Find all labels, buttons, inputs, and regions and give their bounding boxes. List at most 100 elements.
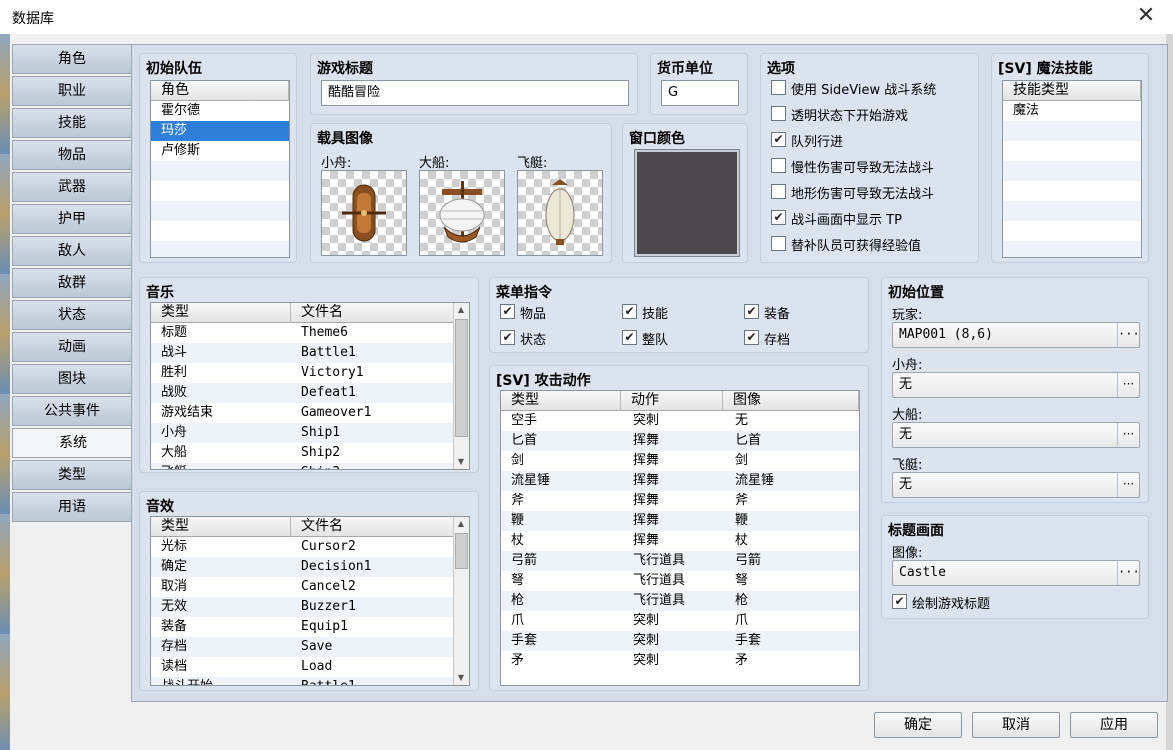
sound-row[interactable]: 无效 Buzzer1 [151,597,469,617]
party-row[interactable] [151,161,289,181]
party-row[interactable]: 霍尔德 [151,101,289,121]
music-scroll-thumb[interactable] [455,319,468,437]
menu-command-checkbox[interactable]: ✔ [622,304,637,319]
scroll-down-icon[interactable]: ▼ [454,455,468,469]
music-row[interactable]: 胜利 Victory1 [151,363,469,383]
currency-input[interactable]: G [661,80,739,106]
party-row[interactable]: 卢修斯 [151,141,289,161]
magic-skill-row[interactable]: 魔法 [1003,101,1141,121]
music-scrollbar[interactable]: ▲ ▼ [453,303,469,469]
attack-motion-row[interactable]: 斧 挥舞 斧 [501,491,859,511]
magic-skill-row[interactable] [1003,201,1141,221]
magic-skill-row[interactable] [1003,241,1141,257]
airship-image[interactable] [517,170,603,256]
magic-skill-row[interactable] [1003,121,1141,141]
cancel-button[interactable]: 取消 [972,712,1060,738]
browse-dots-icon[interactable]: ··· [1117,423,1139,447]
browse-dots-icon[interactable]: ··· [1117,561,1140,585]
party-row[interactable] [151,201,289,221]
menu-command-checkbox[interactable]: ✔ [744,304,759,319]
option-checkbox[interactable]: ✔ [771,210,786,225]
tab-8[interactable]: 状态 [12,300,132,330]
music-row[interactable]: 飞艇 Ship3 [151,463,469,469]
sound-row[interactable]: 读档 Load [151,657,469,677]
tab-4[interactable]: 武器 [12,172,132,202]
attack-motion-row[interactable]: 流星锤 挥舞 流星锤 [501,471,859,491]
tab-14[interactable]: 用语 [12,492,132,522]
sound-row[interactable]: 装备 Equip1 [151,617,469,637]
party-row[interactable] [151,221,289,241]
menu-command-checkbox[interactable]: ✔ [500,330,515,345]
scroll-up-icon[interactable]: ▲ [454,517,468,531]
apply-button[interactable]: 应用 [1070,712,1158,738]
tab-5[interactable]: 护甲 [12,204,132,234]
attack-motion-row[interactable]: 空手 突刺 无 [501,411,859,431]
browse-dots-icon[interactable]: ··· [1117,473,1139,497]
tab-9[interactable]: 动画 [12,332,132,362]
tab-6[interactable]: 敌人 [12,236,132,266]
attack-motion-row[interactable]: 弩 飞行道具 弩 [501,571,859,591]
ok-button[interactable]: 确定 [874,712,962,738]
music-row[interactable]: 战败 Defeat1 [151,383,469,403]
tab-7[interactable]: 敌群 [12,268,132,298]
boat-image[interactable] [321,170,407,256]
magic-skill-row[interactable] [1003,141,1141,161]
sound-row[interactable]: 光标 Cursor2 [151,537,469,557]
menu-command-checkbox[interactable]: ✔ [622,330,637,345]
attack-motion-row[interactable]: 剑 挥舞 剑 [501,451,859,471]
ship-image[interactable] [419,170,505,256]
music-list[interactable]: 类型 文件名 标题 Theme6 战斗 Battle1 胜利 Victory1 战败 Defe… [150,302,470,470]
party-row[interactable] [151,181,289,201]
party-row[interactable] [151,241,289,257]
tab-3[interactable]: 物品 [12,140,132,170]
ship-position-select[interactable]: 无 ··· [892,422,1140,448]
attack-motion-row[interactable]: 弓箭 飞行道具 弓箭 [501,551,859,571]
title-image-select[interactable]: Castle ··· [892,560,1140,586]
attack-motion-row[interactable]: 矛 突刺 矛 [501,651,859,671]
airship-position-select[interactable]: 无 ··· [892,472,1140,498]
option-checkbox[interactable] [771,158,786,173]
tab-1[interactable]: 职业 [12,76,132,106]
sound-scroll-thumb[interactable] [455,533,468,569]
browse-dots-icon[interactable]: ··· [1117,323,1140,347]
attack-motion-row[interactable]: 枪 飞行道具 枪 [501,591,859,611]
tab-2[interactable]: 技能 [12,108,132,138]
close-button[interactable]: ✕ [1132,2,1160,30]
tab-10[interactable]: 图块 [12,364,132,394]
tab-12[interactable]: 系统 [12,428,133,458]
sound-row[interactable]: 存档 Save [151,637,469,657]
music-row[interactable]: 游戏结束 Gameover1 [151,403,469,423]
player-position-select[interactable]: MAP001 (8,6) ··· [892,322,1140,348]
menu-command-checkbox[interactable]: ✔ [744,330,759,345]
window-color-swatch[interactable] [634,149,740,257]
sound-scrollbar[interactable]: ▲ ▼ [453,517,469,685]
magic-skill-row[interactable] [1003,221,1141,241]
option-checkbox[interactable]: ✔ [771,132,786,147]
party-row[interactable]: 玛莎 [151,121,289,141]
tab-0[interactable]: 角色 [12,44,132,74]
sound-effects-list[interactable]: 类型 文件名 光标 Cursor2 确定 Decision1 取消 Cancel2 无效 Bu… [150,516,470,686]
scroll-down-icon[interactable]: ▼ [454,671,468,685]
music-row[interactable]: 小舟 Ship1 [151,423,469,443]
attack-motion-row[interactable]: 手套 突刺 手套 [501,631,859,651]
option-checkbox[interactable] [771,184,786,199]
tab-13[interactable]: 类型 [12,460,132,490]
attack-motion-row[interactable]: 鞭 挥舞 鞭 [501,511,859,531]
attack-motion-row[interactable]: 爪 突刺 爪 [501,611,859,631]
attack-motion-row[interactable]: 匕首 挥舞 匕首 [501,431,859,451]
browse-dots-icon[interactable]: ··· [1117,373,1139,397]
magic-skill-row[interactable] [1003,161,1141,181]
music-row[interactable]: 标题 Theme6 [151,323,469,343]
draw-title-checkbox[interactable]: ✔ [892,594,907,609]
tab-11[interactable]: 公共事件 [12,396,132,426]
magic-skill-row[interactable] [1003,181,1141,201]
scroll-up-icon[interactable]: ▲ [454,303,468,317]
music-row[interactable]: 大船 Ship2 [151,443,469,463]
party-list[interactable]: 角色 霍尔德 玛莎 卢修斯 [150,80,290,258]
option-checkbox[interactable] [771,80,786,95]
attack-motions-list[interactable]: 类型 动作 图像 空手 突刺无匕首 挥舞 匕首剑挥舞剑流星锤 挥舞 流星锤斧挥舞斧鞭挥舞鞭… [500,390,860,686]
game-title-input[interactable]: 酷酷冒险 [321,80,629,106]
sound-row[interactable]: 确定 Decision1 [151,557,469,577]
menu-command-checkbox[interactable]: ✔ [500,304,515,319]
option-checkbox[interactable] [771,106,786,121]
